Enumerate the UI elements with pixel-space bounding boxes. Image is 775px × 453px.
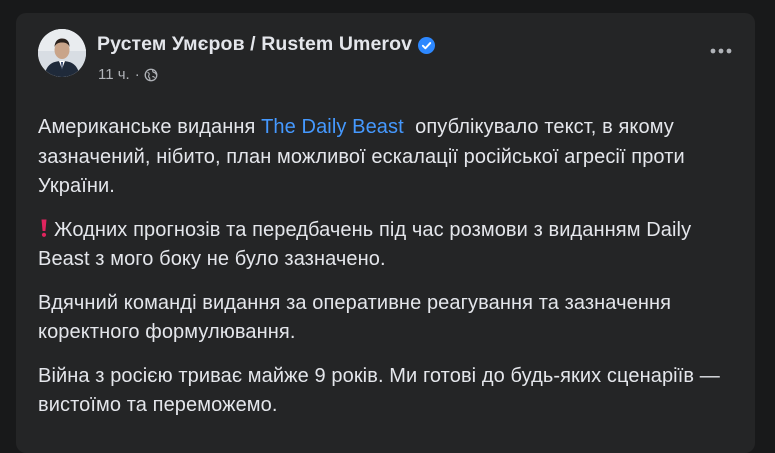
daily-beast-link[interactable]: The Daily Beast [261, 116, 404, 138]
post-paragraph-1: Американське видання The Daily Beast опу… [38, 113, 728, 202]
post-paragraph-2: Жодних прогнозів та передбачень під час … [38, 216, 728, 275]
post-paragraph-3: Вдячний команді видання за оперативне ре… [38, 289, 728, 348]
post-text: Американське видання The Daily Beast опу… [38, 113, 728, 435]
post-timestamp-link[interactable]: 11 ч. [98, 66, 130, 83]
red-exclamation-icon [41, 219, 47, 237]
verified-badge-icon [418, 37, 436, 54]
paragraph-3-text: Вдячний команді видання за оперативне ре… [38, 291, 672, 344]
author-row: Рустем Умєров / Rustem Umerov [97, 33, 436, 56]
globe-icon[interactable] [144, 68, 158, 82]
post-card: Рустем Умєров / Rustem Umerov 11 ч. · Ам… [16, 13, 755, 453]
paragraph-2-text: Жодних прогнозів та передбачень під час … [38, 218, 692, 271]
more-horizontal-icon [710, 48, 732, 54]
paragraph-4-text: Війна з росією триває майже 9 років. Ми … [38, 364, 720, 417]
post-paragraph-4: Війна з росією триває майже 9 років. Ми … [38, 362, 728, 421]
avatar-photo [38, 29, 86, 77]
author-avatar[interactable] [38, 29, 86, 77]
paragraph-1-intro: Американське видання [38, 116, 262, 138]
post-meta: 11 ч. · [98, 66, 158, 83]
meta-separator: · [134, 66, 140, 83]
post-options-button[interactable] [703, 33, 739, 69]
author-name-link[interactable]: Рустем Умєров / Rustem Umerov [97, 33, 412, 56]
